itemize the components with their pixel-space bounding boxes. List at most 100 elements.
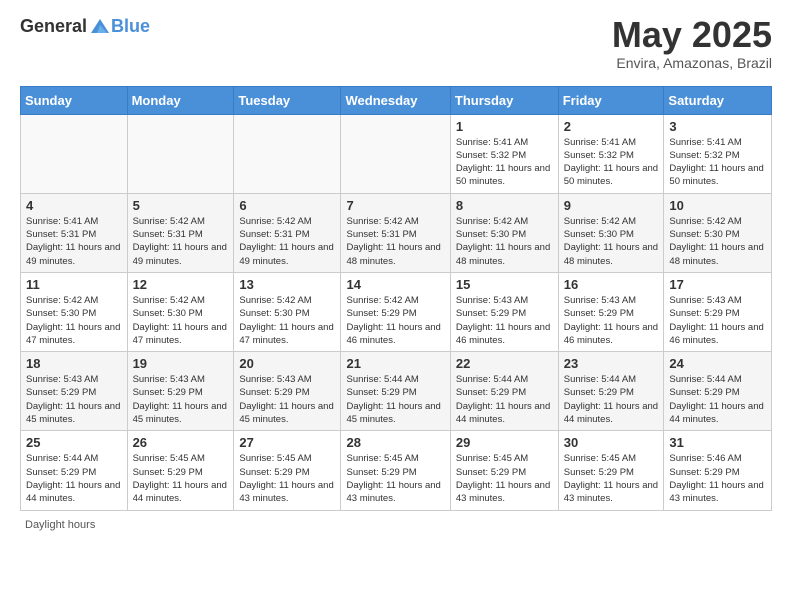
calendar-cell: 25 Sunrise: 5:44 AM Sunset: 5:29 PM Dayli… [21,431,128,510]
calendar-cell: 7Sunrise: 5:42 AM Sunset: 5:31 PM Daylig… [341,193,450,272]
day-number: 8 [456,198,553,213]
day-info: Sunrise: 5:46 AM Sunset: 5:29 PM Dayligh… [669,452,766,505]
calendar-day-header: Tuesday [234,86,341,114]
calendar-cell: 30Sunrise: 5:45 AM Sunset: 5:29 PM Dayli… [558,431,664,510]
day-info: Sunrise: 5:41 AM Sunset: 5:32 PM Dayligh… [669,136,766,189]
calendar-cell: 15Sunrise: 5:43 AM Sunset: 5:29 PM Dayli… [450,272,558,351]
day-info: Sunrise: 5:44 AM Sunset: 5:29 PM Dayligh… [669,373,766,426]
day-info: Sunrise: 5:44 AM Sunset: 5:29 PM Dayligh… [564,373,659,426]
calendar-cell [21,114,128,193]
calendar-week-row: 11 Sunrise: 5:42 AM Sunset: 5:30 PM Dayli… [21,272,772,351]
day-info: Sunrise: 5:45 AM Sunset: 5:29 PM Dayligh… [133,452,229,505]
day-number: 9 [564,198,659,213]
day-number: 15 [456,277,553,292]
day-info: Sunrise: 5:42 AM Sunset: 5:31 PM Dayligh… [133,215,229,268]
day-number: 17 [669,277,766,292]
calendar-cell: 19 Sunrise: 5:43 AM Sunset: 5:29 PM Dayli… [127,352,234,431]
day-number: 14 [346,277,444,292]
day-info: Sunrise: 5:44 AM Sunset: 5:29 PM Dayligh… [456,373,553,426]
day-info: Sunrise: 5:43 AM Sunset: 5:29 PM Dayligh… [133,373,229,426]
day-info: Sunrise: 5:43 AM Sunset: 5:29 PM Dayligh… [26,373,122,426]
day-number: 1 [456,119,553,134]
day-info: Sunrise: 5:42 AM Sunset: 5:30 PM Dayligh… [669,215,766,268]
calendar-cell: 28Sunrise: 5:45 AM Sunset: 5:29 PM Dayli… [341,431,450,510]
day-number: 27 [239,435,335,450]
calendar-cell: 11 Sunrise: 5:42 AM Sunset: 5:30 PM Dayli… [21,272,128,351]
day-number: 6 [239,198,335,213]
calendar-day-header: Monday [127,86,234,114]
day-info: Sunrise: 5:41 AM Sunset: 5:32 PM Dayligh… [456,136,553,189]
day-number: 31 [669,435,766,450]
day-number: 18 [26,356,122,371]
day-number: 21 [346,356,444,371]
footer-text: Daylight hours [25,519,95,531]
day-info: Sunrise: 5:42 AM Sunset: 5:30 PM Dayligh… [26,294,122,347]
calendar-cell: 6 Sunrise: 5:42 AM Sunset: 5:31 PM Daylig… [234,193,341,272]
calendar-day-header: Sunday [21,86,128,114]
calendar-cell [127,114,234,193]
calendar-day-header: Friday [558,86,664,114]
main-title: May 2025 [612,15,772,55]
calendar-cell: 23 Sunrise: 5:44 AM Sunset: 5:29 PM Dayli… [558,352,664,431]
calendar-week-row: 18 Sunrise: 5:43 AM Sunset: 5:29 PM Dayli… [21,352,772,431]
calendar-cell: 31 Sunrise: 5:46 AM Sunset: 5:29 PM Dayli… [664,431,772,510]
calendar-cell: 8 Sunrise: 5:42 AM Sunset: 5:30 PM Daylig… [450,193,558,272]
day-number: 12 [133,277,229,292]
calendar-cell: 12Sunrise: 5:42 AM Sunset: 5:30 PM Dayli… [127,272,234,351]
day-info: Sunrise: 5:42 AM Sunset: 5:30 PM Dayligh… [239,294,335,347]
header: General Blue May 2025 Envira, Amazonas, … [20,15,772,71]
calendar-cell: 20 Sunrise: 5:43 AM Sunset: 5:29 PM Dayli… [234,352,341,431]
calendar-cell: 16 Sunrise: 5:43 AM Sunset: 5:29 PM Dayli… [558,272,664,351]
logo-icon [89,15,111,37]
day-info: Sunrise: 5:44 AM Sunset: 5:29 PM Dayligh… [26,452,122,505]
calendar-cell: 5Sunrise: 5:42 AM Sunset: 5:31 PM Daylig… [127,193,234,272]
calendar-cell: 29Sunrise: 5:45 AM Sunset: 5:29 PM Dayli… [450,431,558,510]
day-info: Sunrise: 5:45 AM Sunset: 5:29 PM Dayligh… [346,452,444,505]
calendar-cell: 10 Sunrise: 5:42 AM Sunset: 5:30 PM Dayli… [664,193,772,272]
footer: Daylight hours [20,519,772,531]
day-info: Sunrise: 5:43 AM Sunset: 5:29 PM Dayligh… [669,294,766,347]
calendar-cell [234,114,341,193]
calendar-cell: 13 Sunrise: 5:42 AM Sunset: 5:30 PM Dayli… [234,272,341,351]
day-number: 19 [133,356,229,371]
calendar-cell: 14 Sunrise: 5:42 AM Sunset: 5:29 PM Dayli… [341,272,450,351]
calendar-cell [341,114,450,193]
calendar-week-row: 25 Sunrise: 5:44 AM Sunset: 5:29 PM Dayli… [21,431,772,510]
calendar-cell: 21 Sunrise: 5:44 AM Sunset: 5:29 PM Dayli… [341,352,450,431]
day-info: Sunrise: 5:42 AM Sunset: 5:30 PM Dayligh… [564,215,659,268]
day-info: Sunrise: 5:42 AM Sunset: 5:31 PM Dayligh… [239,215,335,268]
calendar-day-header: Wednesday [341,86,450,114]
day-number: 10 [669,198,766,213]
calendar-day-header: Saturday [664,86,772,114]
day-info: Sunrise: 5:43 AM Sunset: 5:29 PM Dayligh… [564,294,659,347]
day-info: Sunrise: 5:43 AM Sunset: 5:29 PM Dayligh… [239,373,335,426]
calendar-cell: 4Sunrise: 5:41 AM Sunset: 5:31 PM Daylig… [21,193,128,272]
day-number: 25 [26,435,122,450]
day-number: 24 [669,356,766,371]
logo-text-general: General [20,16,87,37]
day-number: 22 [456,356,553,371]
day-number: 20 [239,356,335,371]
subtitle: Envira, Amazonas, Brazil [612,55,772,71]
calendar-cell: 9 Sunrise: 5:42 AM Sunset: 5:30 PM Daylig… [558,193,664,272]
calendar-table: SundayMondayTuesdayWednesdayThursdayFrid… [20,86,772,511]
calendar-week-row: 1 Sunrise: 5:41 AM Sunset: 5:32 PM Daylig… [21,114,772,193]
day-info: Sunrise: 5:45 AM Sunset: 5:29 PM Dayligh… [239,452,335,505]
day-info: Sunrise: 5:45 AM Sunset: 5:29 PM Dayligh… [456,452,553,505]
day-number: 13 [239,277,335,292]
calendar-cell: 17 Sunrise: 5:43 AM Sunset: 5:29 PM Dayli… [664,272,772,351]
day-number: 16 [564,277,659,292]
day-number: 2 [564,119,659,134]
day-info: Sunrise: 5:41 AM Sunset: 5:32 PM Dayligh… [564,136,659,189]
day-number: 7 [346,198,444,213]
calendar-cell: 2 Sunrise: 5:41 AM Sunset: 5:32 PM Daylig… [558,114,664,193]
day-number: 23 [564,356,659,371]
day-info: Sunrise: 5:42 AM Sunset: 5:30 PM Dayligh… [456,215,553,268]
calendar-cell: 27 Sunrise: 5:45 AM Sunset: 5:29 PM Dayli… [234,431,341,510]
page: General Blue May 2025 Envira, Amazonas, … [0,0,792,546]
day-info: Sunrise: 5:44 AM Sunset: 5:29 PM Dayligh… [346,373,444,426]
day-info: Sunrise: 5:42 AM Sunset: 5:29 PM Dayligh… [346,294,444,347]
calendar-cell: 26Sunrise: 5:45 AM Sunset: 5:29 PM Dayli… [127,431,234,510]
day-number: 11 [26,277,122,292]
logo-text-blue: Blue [111,16,150,37]
